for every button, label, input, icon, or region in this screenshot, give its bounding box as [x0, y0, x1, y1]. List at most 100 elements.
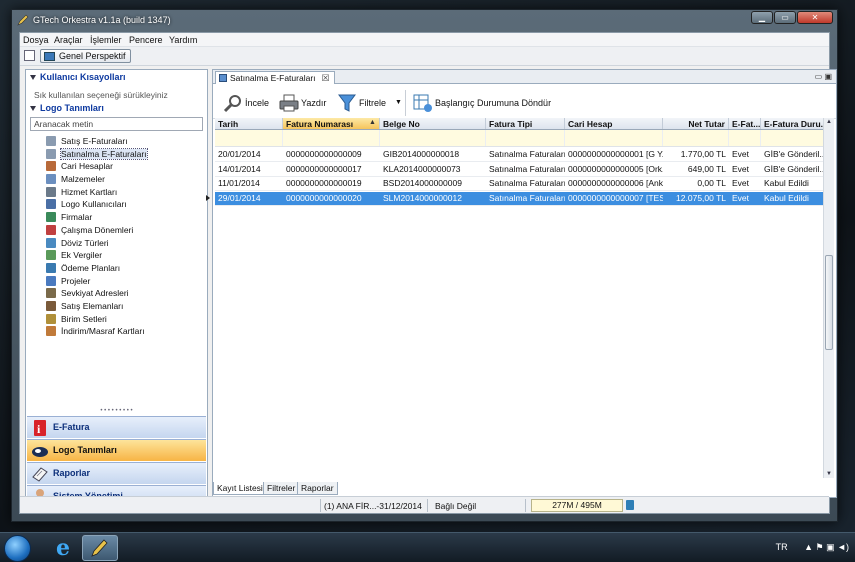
- close-button[interactable]: ✕: [797, 11, 833, 24]
- tree-item[interactable]: Sevkiyat Adresleri: [46, 287, 147, 300]
- tree-item[interactable]: Malzemeler: [46, 173, 147, 186]
- table-row[interactable]: 11/01/2014 0000000000000019 BSD20140000000…: [215, 177, 825, 191]
- tree-item[interactable]: Projeler: [46, 275, 147, 288]
- table-cell: Evet: [732, 178, 750, 188]
- filter-cell[interactable]: [663, 130, 729, 146]
- client-area: Dosya Araçlar İşlemler Pencere Yardım Ge…: [19, 32, 837, 514]
- tree-item-label: Firmalar: [61, 212, 93, 223]
- tree-item[interactable]: Döviz Türleri: [46, 237, 147, 250]
- scroll-thumb[interactable]: [825, 255, 833, 350]
- filter-cell[interactable]: [761, 130, 825, 146]
- panel-splitter[interactable]: • • • • • • • • •: [26, 408, 207, 414]
- nav-logo-tanimlari[interactable]: Logo Tanımları: [27, 439, 206, 461]
- perspective-button[interactable]: Genel Perspektif: [40, 49, 131, 63]
- table-cell: 14/01/2014: [218, 163, 261, 174]
- filter-cell[interactable]: [729, 130, 761, 146]
- inspect-button[interactable]: İncele: [223, 93, 269, 113]
- tree-search-input[interactable]: Aranacak metin: [30, 117, 203, 131]
- tree-item[interactable]: Firmalar: [46, 211, 147, 224]
- tree-item[interactable]: Hizmet Kartları: [46, 186, 147, 199]
- tree-item-label: İndirim/Masraf Kartları: [61, 326, 145, 337]
- tree-item[interactable]: Ödeme Planları: [46, 262, 147, 275]
- table-cell: 0000000000000017: [286, 163, 362, 174]
- table-row[interactable]: 20/01/2014 0000000000000009 GIB20140000000…: [215, 148, 825, 162]
- print-button[interactable]: Yazdır: [279, 93, 326, 113]
- shortcuts-section-header[interactable]: Kullanıcı Kısayolları: [26, 71, 207, 84]
- menu-pencere[interactable]: Pencere: [129, 35, 163, 45]
- tree-item[interactable]: İndirim/Masraf Kartları: [46, 325, 147, 338]
- tray-icons[interactable]: ▲ ⚑ ▣ ◄): [804, 542, 849, 552]
- column-header[interactable]: Fatura Tipi: [486, 118, 565, 129]
- filter-dropdown-arrow-icon[interactable]: ▼: [395, 99, 402, 106]
- tab-kayit-listesi[interactable]: Kayıt Listesi: [213, 482, 267, 495]
- column-header[interactable]: Tarih: [215, 118, 283, 129]
- tree-item[interactable]: Satınalma E-Faturaları: [46, 147, 148, 161]
- logo-section-header[interactable]: Logo Tanımları: [26, 102, 207, 115]
- tab-satinalma-efaturalari[interactable]: Satınalma E-Faturaları ☒: [215, 71, 335, 84]
- column-header[interactable]: Fatura Numarası: [283, 118, 380, 129]
- taskbar: e TR ▲ ⚑ ▣ ◄): [0, 532, 855, 562]
- minimize-button[interactable]: ▁: [751, 11, 773, 24]
- maximize-button[interactable]: ▭: [774, 11, 796, 24]
- column-header[interactable]: E-Fatura Duru...: [761, 118, 825, 129]
- taskbar-orkestra-app[interactable]: [82, 535, 118, 561]
- tree-item[interactable]: Logo Kullanıcıları: [46, 198, 147, 211]
- reset-layout-button[interactable]: Başlangıç Durumuna Döndür: [413, 93, 551, 113]
- view-minimize-maximize-controls[interactable]: ▭ ▣: [815, 72, 832, 81]
- filter-cell[interactable]: [283, 130, 380, 146]
- nav-e-fatura[interactable]: i E-Fatura: [27, 416, 206, 438]
- menu-araclar[interactable]: Araçlar: [54, 35, 83, 45]
- company-icon: [46, 212, 56, 223]
- grid-vertical-scrollbar[interactable]: ▲ ▼: [823, 118, 834, 478]
- filter-cell[interactable]: [215, 130, 283, 146]
- menu-bar: Dosya Araçlar İşlemler Pencere Yardım: [20, 33, 829, 47]
- tree-item[interactable]: Ek Vergiler: [46, 249, 147, 262]
- menu-dosya[interactable]: Dosya: [23, 35, 49, 45]
- menu-islemler[interactable]: İşlemler: [90, 35, 122, 45]
- scroll-down-arrow-icon[interactable]: ▼: [826, 471, 832, 477]
- tree-item-label: Satış E-Faturaları: [61, 136, 128, 146]
- internet-explorer-icon[interactable]: e: [49, 536, 77, 560]
- tree-item[interactable]: Cari Hesaplar: [46, 160, 147, 173]
- app-pencil-icon: [91, 539, 108, 557]
- table-row[interactable]: 14/01/2014 0000000000000017 KLA20140000000…: [215, 163, 825, 177]
- scroll-up-arrow-icon[interactable]: ▲: [826, 119, 832, 125]
- language-indicator[interactable]: TR: [776, 542, 788, 552]
- nav-raporlar[interactable]: Raporlar: [27, 462, 206, 484]
- column-header[interactable]: Net Tutar: [663, 118, 729, 129]
- filter-cell[interactable]: [565, 130, 663, 146]
- tree-item[interactable]: Birim Setleri: [46, 313, 147, 326]
- shortcuts-hint: Sık kullanılan seçeneği sürükleyiniz: [34, 90, 168, 100]
- column-header[interactable]: Belge No: [380, 118, 486, 129]
- tree-item[interactable]: Çalışma Dönemleri: [46, 224, 147, 237]
- table-cell: Kabul Edildi: [764, 192, 809, 203]
- status-separator: [427, 499, 428, 512]
- table-cell: 1.770,00 TL: [680, 149, 726, 159]
- filter-cell[interactable]: [380, 130, 486, 146]
- start-button-windows-icon[interactable]: [4, 535, 31, 562]
- table-row[interactable]: 29/01/2014 0000000000000020 SLM20140000000…: [206, 191, 825, 206]
- filter-button[interactable]: Filtrele: [337, 93, 386, 113]
- tab-close-icon[interactable]: ☒: [321, 72, 329, 84]
- grid-filter-row[interactable]: [215, 130, 825, 147]
- tab-raporlar[interactable]: Raporlar: [297, 482, 338, 495]
- nav-e-fatura-label: E-Fatura: [53, 422, 90, 432]
- tree-item-label: Çalışma Dönemleri: [61, 224, 134, 235]
- open-perspective-icon[interactable]: [24, 50, 35, 61]
- tree-item[interactable]: Satış Elemanları: [46, 300, 147, 313]
- tax-icon: [46, 250, 56, 261]
- column-header[interactable]: Cari Hesap: [565, 118, 663, 129]
- definition-tree: Satış E-Faturaları Satınalma E-Faturaları…: [46, 135, 148, 338]
- tree-item[interactable]: Satış E-Faturaları: [46, 135, 147, 148]
- inspect-label: İncele: [245, 98, 270, 108]
- tab-filtreler[interactable]: Filtreler: [263, 482, 300, 495]
- title-bar[interactable]: GTech Orkestra v1.1a (build 1347) ▁ ▭ ✕: [12, 10, 837, 32]
- menu-yardim[interactable]: Yardım: [169, 35, 197, 45]
- garbage-collect-trash-icon[interactable]: [626, 500, 634, 510]
- project-icon: [46, 275, 56, 286]
- tree-item-label: Logo Kullanıcıları: [61, 199, 127, 210]
- status-separator: [525, 499, 526, 512]
- column-header[interactable]: E-Fat...: [729, 118, 761, 129]
- filter-cell[interactable]: [486, 130, 565, 146]
- table-cell: 0000000000000007 [TES...: [568, 192, 663, 203]
